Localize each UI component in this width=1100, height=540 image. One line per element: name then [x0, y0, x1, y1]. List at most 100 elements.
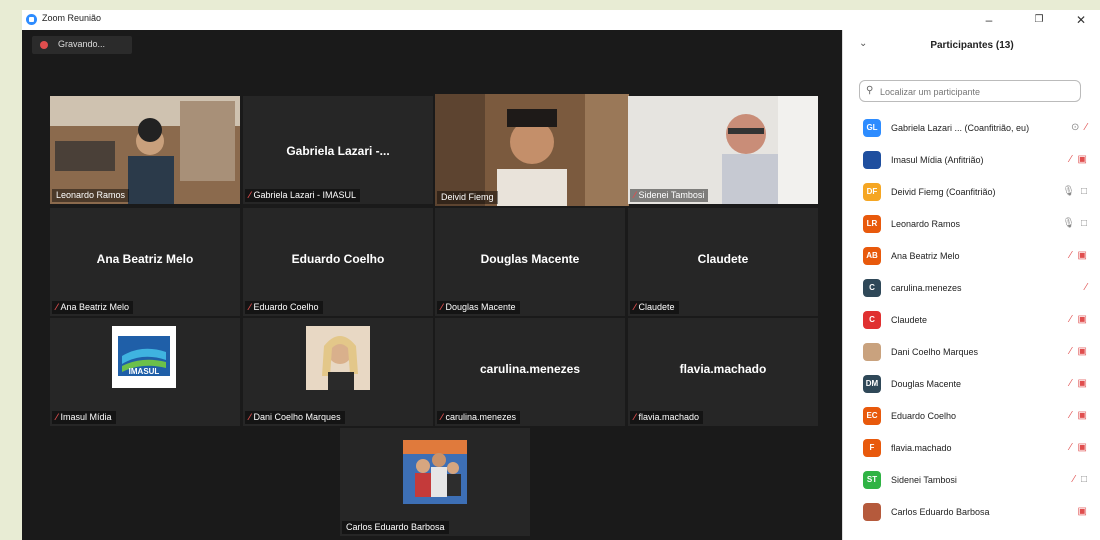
video-tile-carulina[interactable]: carulina.menezes ⁄ carulina.menezes: [435, 318, 625, 426]
muted-mic-icon: ⁄: [441, 302, 443, 312]
participant-row[interactable]: C carulina.menezes ⁄: [843, 273, 1100, 305]
participant-row[interactable]: EC Eduardo Coelho ⁄ ▣: [843, 401, 1100, 433]
participant-name-label: ⁄ Eduardo Coelho: [245, 301, 323, 314]
participant-name: Dani Coelho Marques: [891, 347, 979, 357]
participant-row[interactable]: DF Deivid Fiemg (Coanfitrião) 🎙 □: [843, 177, 1100, 209]
video-off-icon[interactable]: ▣: [1078, 378, 1087, 389]
participant-name-label: ⁄ Imasul Mídia: [52, 411, 116, 424]
video-tile-eduardo[interactable]: Eduardo Coelho ⁄ Eduardo Coelho: [243, 208, 433, 316]
svg-text:IMASUL: IMASUL: [129, 367, 160, 376]
avatar: ST: [863, 471, 881, 489]
muted-mic-icon: ⁄: [249, 190, 251, 200]
video-tile-imasul[interactable]: IMASUL ⁄ Imasul Mídia: [50, 318, 240, 426]
participant-search[interactable]: ⚲: [859, 80, 1081, 102]
avatar: LR: [863, 215, 881, 233]
video-feed: [50, 96, 240, 204]
video-tile-claudete[interactable]: Claudete ⁄ Claudete: [628, 208, 818, 316]
participant-name: flavia.machado: [891, 443, 952, 453]
participant-name: Ana Beatriz Melo: [891, 251, 960, 261]
video-tile-carlos[interactable]: Carlos Eduardo Barbosa: [340, 428, 530, 536]
avatar: [863, 343, 881, 361]
muted-mic-icon[interactable]: ⁄: [1070, 410, 1072, 421]
search-input[interactable]: [878, 83, 1078, 101]
participant-row[interactable]: Dani Coelho Marques ⁄ ▣: [843, 337, 1100, 369]
video-icon[interactable]: □: [1081, 474, 1087, 485]
video-off-icon[interactable]: ▣: [1078, 506, 1087, 517]
participant-name-label: Deivid Fiemg: [437, 191, 498, 204]
mic-icon[interactable]: 🎙: [1062, 218, 1075, 229]
video-feed: [435, 94, 629, 206]
muted-mic-icon: ⁄: [441, 412, 443, 422]
video-off-icon[interactable]: ▣: [1078, 250, 1087, 261]
recording-indicator[interactable]: Gravando...: [32, 36, 132, 54]
maximize-icon[interactable]: ❐: [1024, 10, 1054, 30]
participants-panel: ⌄ Participantes (13) ⚲ GL Gabriela Lazar…: [842, 30, 1100, 540]
avatar: C: [863, 311, 881, 329]
participant-name-label: ⁄ Douglas Macente: [437, 301, 520, 314]
participant-name-center: Claudete: [697, 252, 749, 266]
participant-row[interactable]: LR Leonardo Ramos 🎙 □: [843, 209, 1100, 241]
participant-name-center: Gabriela Lazari -...: [286, 144, 390, 158]
avatar: DM: [863, 375, 881, 393]
participant-row[interactable]: Imasul Mídia (Anfitrião) ⁄ ▣: [843, 145, 1100, 177]
muted-mic-icon[interactable]: ⁄: [1070, 250, 1072, 261]
video-tile-leonardo[interactable]: Leonardo Ramos: [50, 96, 240, 204]
participant-name-center: flavia.machado: [679, 362, 767, 376]
video-off-icon[interactable]: ▣: [1078, 442, 1087, 453]
close-icon[interactable]: ✕: [1066, 10, 1096, 30]
participant-row[interactable]: ST Sidenei Tambosi ⁄ □: [843, 465, 1100, 497]
muted-mic-icon[interactable]: ⁄: [1085, 122, 1087, 133]
participant-row[interactable]: AB Ana Beatriz Melo ⁄ ▣: [843, 241, 1100, 273]
avatar: [863, 151, 881, 169]
video-off-icon[interactable]: ▣: [1078, 410, 1087, 421]
participant-name: Eduardo Coelho: [891, 411, 957, 421]
participant-name-center: Eduardo Coelho: [291, 252, 385, 266]
muted-mic-icon[interactable]: ⁄: [1070, 378, 1072, 389]
participant-name-label: Carlos Eduardo Barbosa: [342, 521, 449, 534]
video-icon[interactable]: □: [1081, 186, 1087, 197]
avatar: DF: [863, 183, 881, 201]
participant-name: Deivid Fiemg (Coanfitrião): [891, 187, 996, 197]
profile-photo: [403, 440, 467, 504]
video-off-icon[interactable]: ▣: [1078, 154, 1087, 165]
video-icon[interactable]: □: [1081, 218, 1087, 229]
muted-mic-icon[interactable]: ⁄: [1073, 474, 1075, 485]
participant-row[interactable]: C Claudete ⁄ ▣: [843, 305, 1100, 337]
video-tile-dani[interactable]: ⁄ Dani Coelho Marques: [243, 318, 433, 426]
avatar: C: [863, 279, 881, 297]
video-tile-sidenei[interactable]: ⁄ Sidenei Tambosi: [628, 96, 818, 204]
avatar: AB: [863, 247, 881, 265]
video-tile-gabriela[interactable]: Gabriela Lazari -... ⁄ Gabriela Lazari - …: [243, 96, 433, 204]
participant-name-label: ⁄ Claudete: [630, 301, 679, 314]
muted-mic-icon[interactable]: ⁄: [1070, 346, 1072, 357]
participant-name-label: ⁄ flavia.machado: [630, 411, 704, 424]
muted-mic-icon[interactable]: ⁄: [1070, 442, 1072, 453]
muted-mic-icon: ⁄: [56, 412, 58, 422]
participant-name: Leonardo Ramos: [891, 219, 961, 229]
muted-mic-icon[interactable]: ⁄: [1085, 282, 1087, 293]
muted-mic-icon[interactable]: ⁄: [1070, 154, 1072, 165]
video-tile-flavia[interactable]: flavia.machado ⁄ flavia.machado: [628, 318, 818, 426]
window-title: Zoom Reunião: [42, 13, 102, 23]
muted-mic-icon: ⁄: [634, 412, 636, 422]
participant-name-center: Ana Beatriz Melo: [96, 252, 194, 266]
participant-row[interactable]: Carlos Eduardo Barbosa ▣: [843, 497, 1100, 529]
participant-row[interactable]: F flavia.machado ⁄ ▣: [843, 433, 1100, 465]
video-tile-douglas[interactable]: Douglas Macente ⁄ Douglas Macente: [435, 208, 625, 316]
muted-mic-icon[interactable]: ⁄: [1070, 314, 1072, 325]
minimize-icon[interactable]: –: [974, 10, 1004, 30]
video-off-icon[interactable]: ▣: [1078, 314, 1087, 325]
participant-row[interactable]: DM Douglas Macente ⁄ ▣: [843, 369, 1100, 401]
participant-list: GL Gabriela Lazari ... (Coanfitrião, eu)…: [843, 113, 1100, 529]
video-off-icon[interactable]: ▣: [1078, 346, 1087, 357]
zoom-window: Zoom Reunião – ❐ ✕ Gravando... Leonardo …: [22, 10, 1100, 540]
muted-mic-icon: ⁄: [249, 412, 251, 422]
panel-title: Participantes (13): [930, 40, 1014, 51]
video-tile-ana[interactable]: Ana Beatriz Melo ⁄ Ana Beatriz Melo: [50, 208, 240, 316]
video-tile-deivid-active-speaker[interactable]: Deivid Fiemg: [435, 94, 629, 206]
muted-mic-icon: ⁄: [249, 302, 251, 312]
participant-name-label: Leonardo Ramos: [52, 189, 130, 202]
muted-mic-icon: ⁄: [634, 302, 636, 312]
participant-row[interactable]: GL Gabriela Lazari ... (Coanfitrião, eu)…: [843, 113, 1100, 145]
mic-icon[interactable]: 🎙: [1062, 186, 1075, 197]
